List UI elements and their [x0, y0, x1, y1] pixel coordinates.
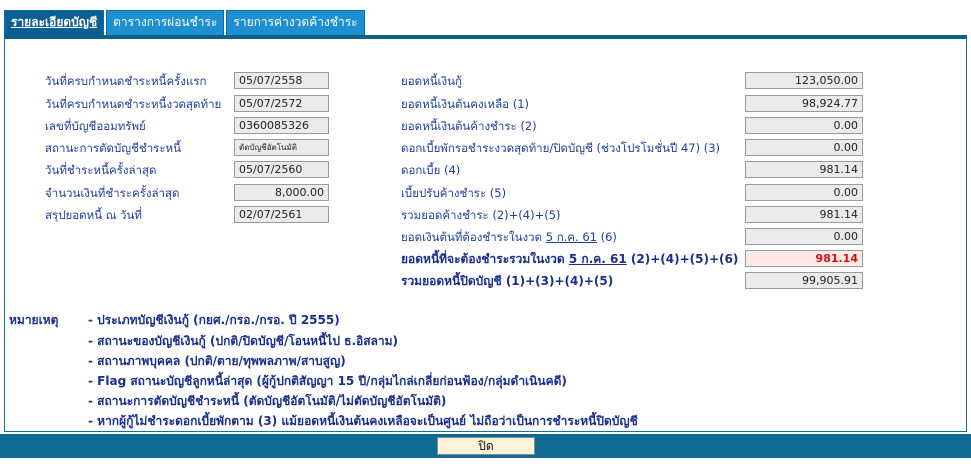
installment-total-date: 5 ก.ค. 61	[568, 252, 627, 266]
note-person-status: - สถานภาพบุคคล (ปกติ/ตาย/ทุพพลภาพ/สาบสูญ…	[88, 354, 346, 368]
auto-debit-status-label: สถานะการตัดบัญชีชำระหนี้	[45, 141, 181, 155]
savings-account-value: 0360085326	[234, 117, 329, 134]
principal-remaining-label: ยอดหนี้เงินต้นคงเหลือ (1)	[401, 97, 530, 111]
installment-total-suffix: (2)+(4)+(5)+(6)	[630, 252, 739, 266]
last-payment-amount-value: 8,000.00	[234, 184, 329, 201]
last-due-date-label: วันที่ครบกำหนดชำระหนี้งวดสุดท้าย	[45, 97, 222, 111]
first-due-date-label: วันที่ครบกำหนดชำระหนี้ครั้งแรก	[45, 74, 207, 88]
tab-overdue-installments[interactable]: รายการค่างวดค้างชำระ	[226, 10, 365, 35]
deferred-interest-label: ดอกเบี้ยพักรอชำระงวดสุดท้าย/ปิดบัญชี (ช่…	[401, 141, 721, 155]
installment-total-value: 981.14	[745, 250, 863, 267]
note-deferred-interest: - หากผู้กู้ไม่ชำระดอกเบี้ยพักตาม (3) แม้…	[88, 414, 638, 428]
total-overdue-value: 981.14	[745, 206, 863, 223]
summary-date-value: 02/07/2561	[234, 206, 329, 223]
installment-total-label: ยอดหนี้ที่จะต้องชำระรวมในงวด 5 ก.ค. 61 (…	[401, 251, 738, 267]
principal-overdue-label: ยอดหนี้เงินต้นค้างชำระ (2)	[401, 119, 537, 133]
penalty-overdue-label: เบี้ยปรับค้างชำระ (5)	[401, 186, 507, 200]
last-payment-amount-label: จำนวนเงินที่ชำระครั้งล่าสุด	[45, 186, 180, 200]
summary-date-label: สรุปยอดหนี้ ณ วันที่	[45, 208, 142, 222]
principal-overdue-value: 0.00	[745, 117, 863, 134]
note-auto-debit: - สถานะการตัดบัญชีชำระหนี้ (ตัดบัญชีอัตโ…	[88, 394, 447, 408]
deferred-interest-value: 0.00	[745, 139, 863, 156]
installment-principal-label: ยอดเงินต้นที่ต้องชำระในงวด 5 ก.ค. 61 (6)	[401, 229, 617, 245]
principal-remaining-value: 98,924.77	[745, 95, 863, 112]
notes-title: หมายเหตุ	[9, 313, 59, 327]
first-due-date-value: 05/07/2558	[234, 72, 329, 89]
note-loan-type: - ประเภทบัญชีเงินกู้ (กยศ./กรอ./กรอ. ปี …	[88, 313, 340, 327]
tab-account-details[interactable]: รายละเอียดบัญชี	[4, 10, 105, 35]
note-loan-status: - สถานะของบัญชีเงินกู้ (ปกติ/ปิดบัญชี/โอ…	[88, 334, 399, 348]
auto-debit-status-value: ตัดบัญชีอัตโนมัติ	[234, 139, 329, 156]
last-due-date-value: 05/07/2572	[234, 95, 329, 112]
installment-principal-text: ยอดเงินต้นที่ต้องชำระในงวด	[401, 230, 543, 244]
installment-principal-value: 0.00	[745, 228, 863, 245]
tab-bar: รายละเอียดบัญชี ตารางการผ่อนชำระ รายการค…	[4, 10, 367, 35]
interest-value: 981.14	[745, 161, 863, 178]
payoff-total-value: 99,905.91	[745, 272, 863, 289]
loan-debt-value: 123,050.00	[745, 72, 863, 89]
last-payment-date-label: วันที่ชำระหนี้ครั้งล่าสุด	[45, 163, 157, 177]
installment-principal-suffix: (6)	[600, 230, 617, 244]
last-payment-date-value: 05/07/2560	[234, 161, 329, 178]
total-overdue-label: รวมยอดค้างชำระ (2)+(4)+(5)	[401, 208, 561, 222]
note-debtor-flag: - Flag สถานะบัญชีลูกหนี้ล่าสุด (ผู้กู้ปก…	[88, 374, 567, 388]
savings-account-label: เลขที่บัญชีออมทรัพย์	[45, 119, 146, 133]
payoff-total-label: รวมยอดหนี้ปิดบัญชี (1)+(3)+(4)+(5)	[401, 274, 614, 288]
loan-debt-label: ยอดหนี้เงินกู้	[401, 74, 462, 88]
interest-label: ดอกเบี้ย (4)	[401, 163, 461, 177]
installment-total-text: ยอดหนี้ที่จะต้องชำระรวมในงวด	[401, 252, 565, 266]
close-button[interactable]: ปิด	[437, 437, 535, 455]
footer-bar: ปิด	[0, 434, 971, 458]
tab-payment-schedule[interactable]: ตารางการผ่อนชำระ	[106, 10, 225, 35]
penalty-overdue-value: 0.00	[745, 184, 863, 201]
installment-principal-date: 5 ก.ค. 61	[545, 230, 597, 244]
